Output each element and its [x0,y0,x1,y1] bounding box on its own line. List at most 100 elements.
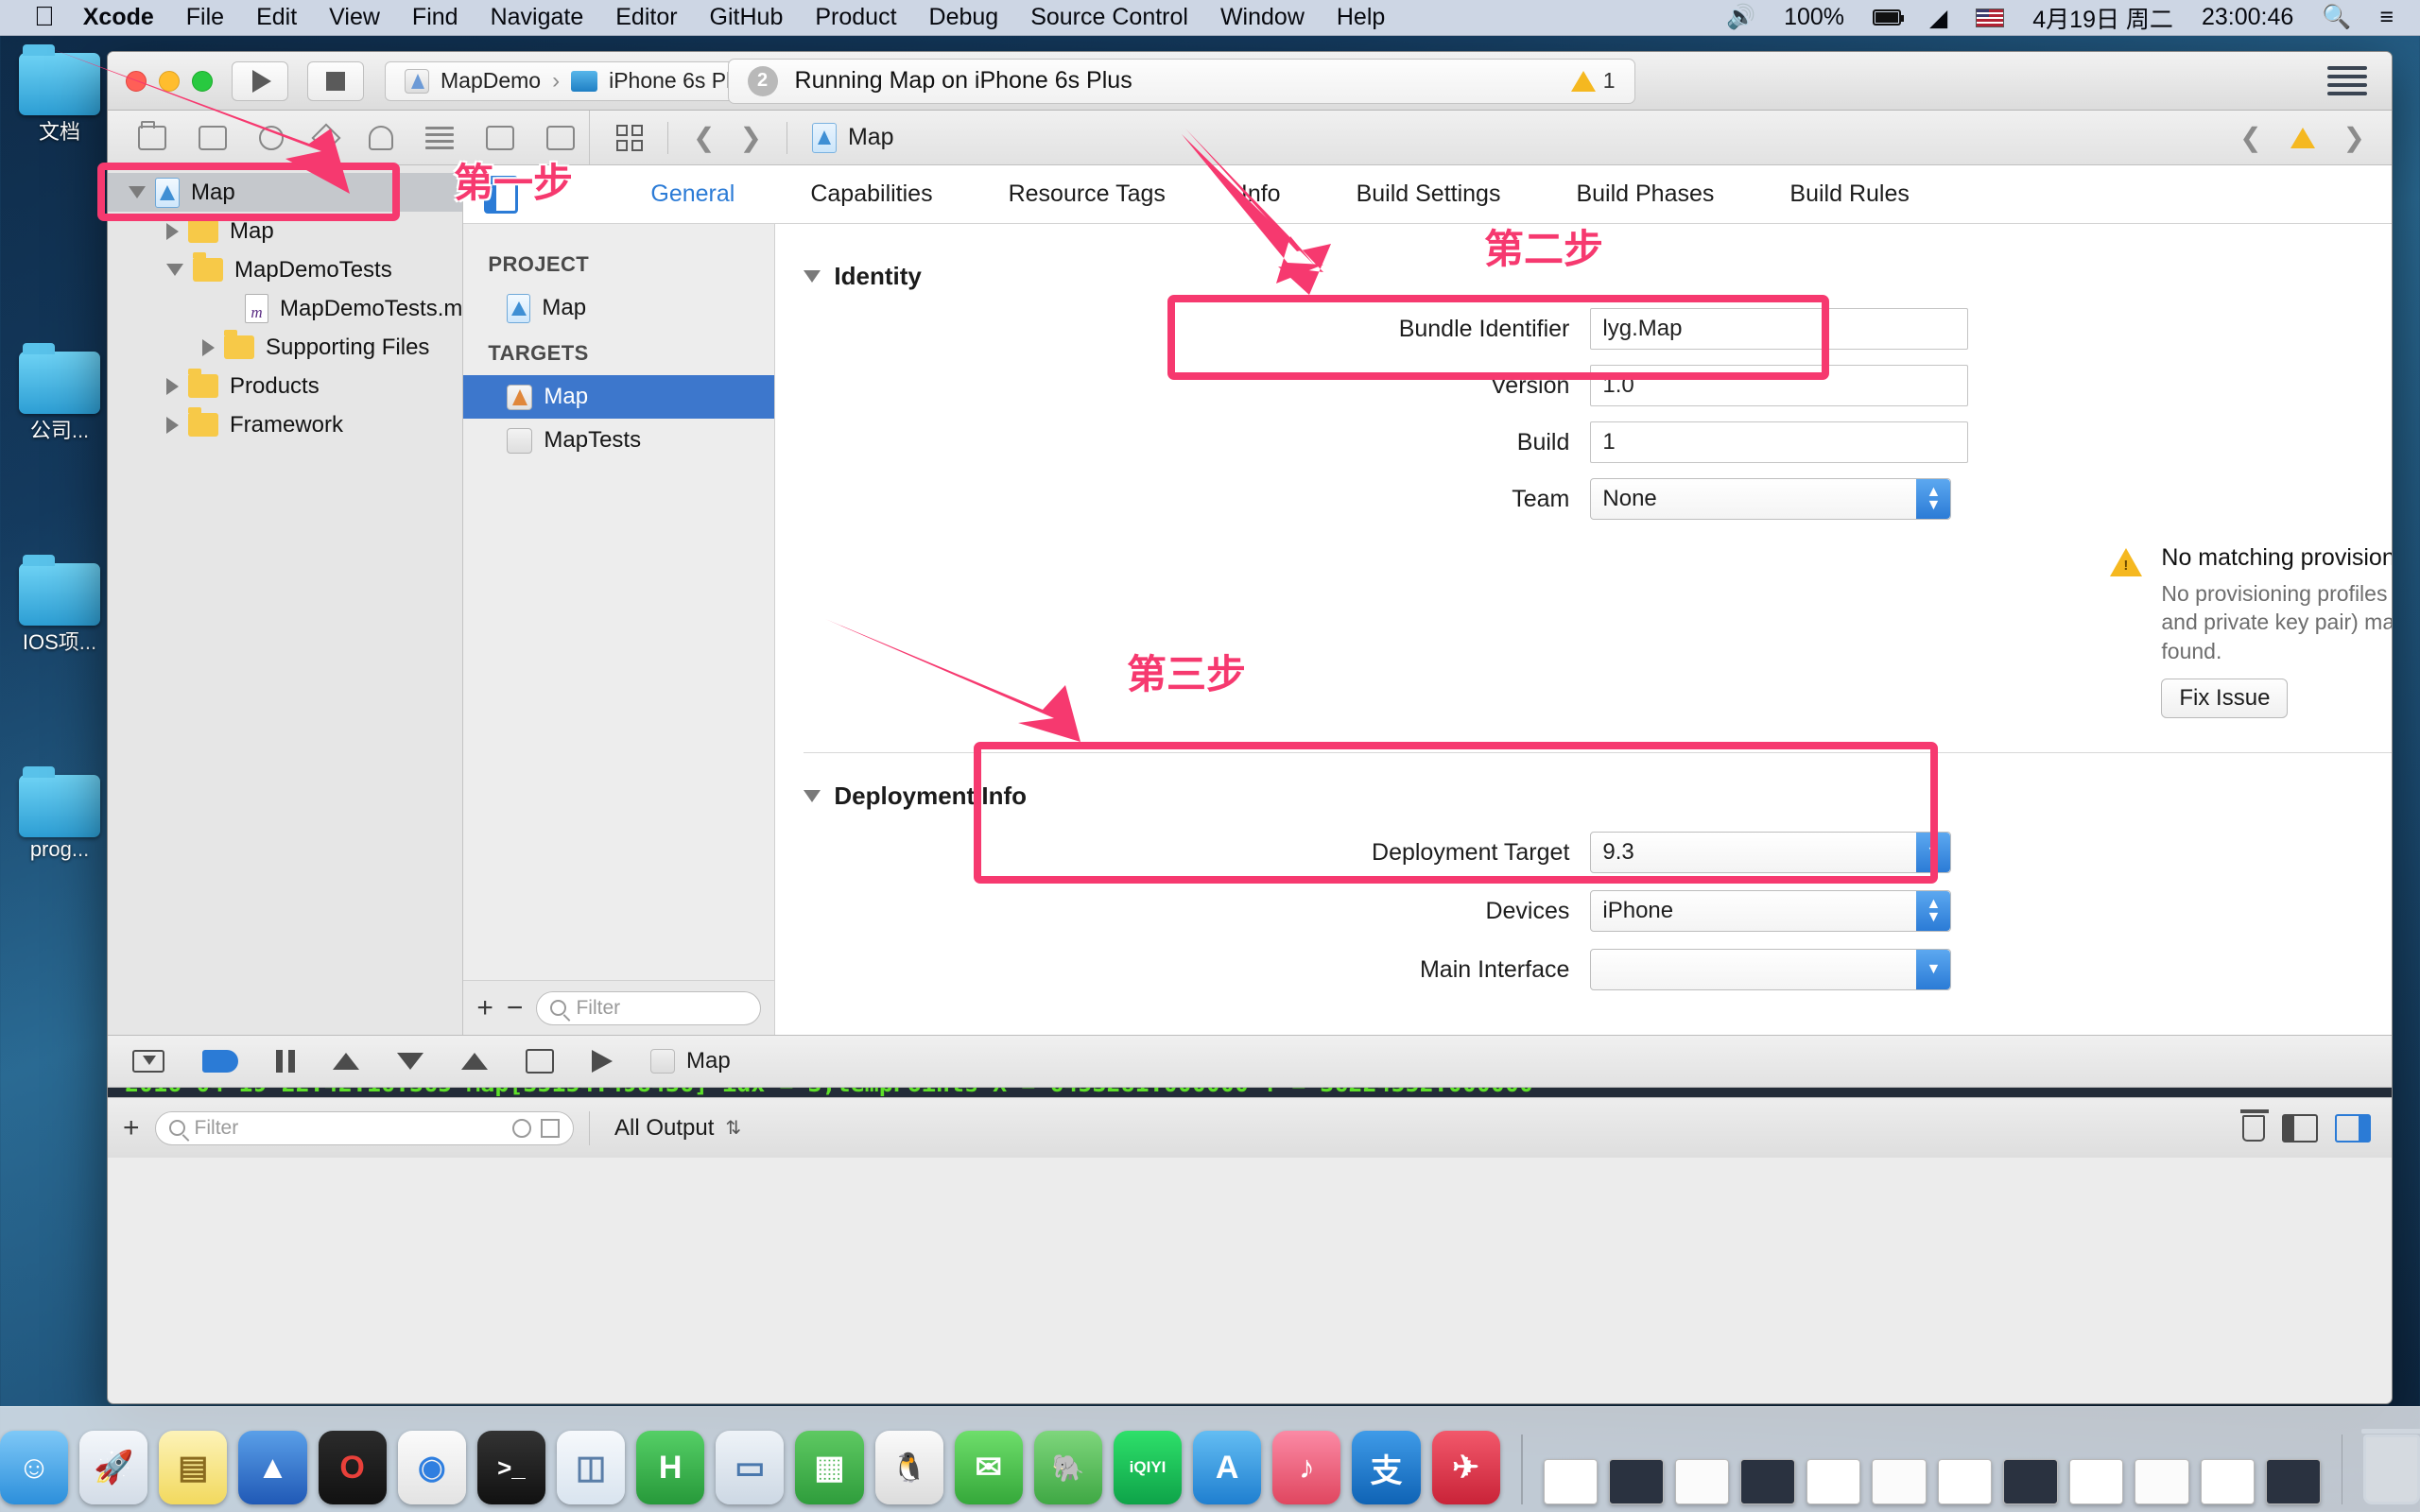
disclosure-triangle-icon[interactable] [804,790,821,803]
tree-item-mapdemotests-m[interactable]: m MapDemoTests.m [108,289,462,328]
dock-window-thumbnail[interactable] [1937,1459,1993,1504]
menu-item-navigate[interactable]: Navigate [491,4,584,31]
dock-item-alipay[interactable]: 支 [1352,1431,1421,1504]
dock-item-finder[interactable]: ☺ [0,1431,69,1504]
recent-files-filter-icon[interactable] [512,1118,531,1138]
dock-item-keynote[interactable]: ▭ [716,1431,785,1504]
tree-item-supporting-files[interactable]: Supporting Files [108,328,462,367]
add-file-button[interactable]: + [123,1112,140,1144]
project-item-map[interactable]: Map [463,286,774,330]
disclosure-triangle-icon[interactable] [166,264,183,276]
version-input[interactable]: 1.0 [1590,365,1969,406]
spotlight-search-icon[interactable]: 🔍 [2322,4,2351,31]
menu-item-editor[interactable]: Editor [615,4,677,31]
dock-trash[interactable] [2361,1429,2420,1504]
tab-build-rules[interactable]: Build Rules [1752,180,1946,208]
bundle-identifier-input[interactable]: lyg.Map [1590,308,1969,350]
tree-item-map-folder[interactable]: Map [108,212,462,250]
dock-window-thumbnail[interactable] [2266,1459,2321,1504]
dock-item-wechat[interactable]: ✉ [954,1431,1023,1504]
disclosure-triangle-icon[interactable] [166,416,179,434]
target-item-maptests[interactable]: MapTests [463,419,774,462]
tree-item-framework[interactable]: Framework [108,405,462,444]
pause-icon[interactable] [276,1050,295,1073]
dock-window-thumbnail[interactable] [2068,1459,2124,1504]
apple-logo-icon[interactable]:  [34,4,55,31]
navigator-filter-input[interactable]: Filter [154,1110,574,1145]
dock-window-thumbnail[interactable] [2135,1459,2189,1504]
dock-window-thumbnail[interactable] [1543,1459,1599,1504]
menu-item-github[interactable]: GitHub [710,4,784,31]
devices-select[interactable]: iPhone ▲ ▼ [1590,890,1952,933]
tree-item-mapdemotests-folder[interactable]: MapDemoTests [108,250,462,289]
add-target-button[interactable]: + [476,992,493,1024]
jump-forward-icon[interactable]: ❯ [2343,122,2365,153]
show-variables-view-button[interactable] [2282,1113,2318,1143]
menu-item-xcode[interactable]: Xcode [83,4,154,31]
assistant-editor-icon[interactable] [616,124,643,151]
dock-item-terminal[interactable]: >_ [476,1431,545,1504]
target-item-map[interactable]: Map [463,375,775,419]
menu-item-debug[interactable]: Debug [929,4,999,31]
dock-item-feishu[interactable]: ✈ [1431,1431,1500,1504]
debug-view-hierarchy-icon[interactable] [592,1050,613,1073]
dock-window-thumbnail[interactable] [1806,1459,1861,1504]
disclosure-triangle-icon[interactable] [202,338,215,356]
debug-breadcrumb[interactable]: Map [650,1048,731,1074]
dock-item-chrome[interactable]: ◉ [397,1431,466,1504]
desktop-folder[interactable]: 公司... [19,343,100,444]
dock-window-thumbnail[interactable] [2003,1459,2058,1504]
continue-execution-icon[interactable] [202,1050,238,1073]
toolbar-panel-toggle-icon[interactable] [2327,65,2367,96]
source-control-filter-icon[interactable] [541,1118,560,1138]
dock-item-opera[interactable]: O [318,1431,387,1504]
simulate-location-icon[interactable] [526,1049,554,1074]
menu-item-find[interactable]: Find [412,4,458,31]
activity-status-bar[interactable]: 2 Running Map on iPhone 6s Plus 1 [727,58,1635,104]
step-over-icon[interactable] [333,1053,359,1070]
menu-item-edit[interactable]: Edit [256,4,297,31]
dock-item-evernote[interactable]: 🐘 [1033,1431,1102,1504]
dock-window-thumbnail[interactable] [1740,1459,1795,1504]
dock-item-preview[interactable]: ◫ [556,1431,626,1504]
dock-window-thumbnail[interactable] [1609,1459,1664,1504]
warning-triangle-icon[interactable] [2290,127,2315,148]
debug-navigator-icon[interactable] [486,125,514,150]
deployment-info-section-header[interactable]: Deployment Info [775,782,2392,811]
dock-window-thumbnail[interactable] [1674,1459,1730,1504]
output-scope-selector[interactable]: All Output ⇅ [590,1115,2242,1142]
breakpoint-navigator-icon[interactable] [546,125,575,150]
dock-item-hbuilder[interactable]: H [636,1431,705,1504]
menu-item-file[interactable]: File [186,4,224,31]
dock-item-app-store[interactable]: A [1193,1431,1262,1504]
main-interface-select[interactable]: ▼ [1590,949,1952,991]
dock-item-itunes[interactable]: ♪ [1272,1431,1341,1504]
dock-item-xcode[interactable]: ▲ [238,1431,307,1504]
dock-item-notes[interactable]: ▤ [159,1431,228,1504]
build-input[interactable]: 1 [1590,421,1969,463]
toolbar-warning-indicator[interactable]: 1 [1570,68,1616,94]
volume-icon[interactable]: 🔊 [1726,4,1755,31]
chevron-left-icon[interactable]: ❮ [693,122,715,153]
dock-item-launchpad[interactable]: 🚀 [79,1431,148,1504]
desktop-folder[interactable]: prog... [19,766,100,862]
console-output[interactable]: 2016-04-19 22:42:16.365 Map[35154:498436… [108,1088,2392,1097]
tab-capabilities[interactable]: Capabilities [772,180,970,208]
disclosure-triangle-icon[interactable] [166,377,179,395]
hide-debug-area-icon[interactable] [132,1050,164,1073]
clear-console-button[interactable] [2240,1108,2269,1142]
remove-target-button[interactable]: − [507,992,524,1024]
step-out-icon[interactable] [461,1053,488,1070]
dock-item-numbers[interactable]: ▦ [795,1431,864,1504]
breadcrumb[interactable]: Map [811,122,894,153]
menu-item-product[interactable]: Product [815,4,896,31]
menu-item-source-control[interactable]: Source Control [1030,4,1188,31]
tab-general[interactable]: General [613,180,772,208]
tree-item-products[interactable]: Products [108,367,462,405]
dock-item-iqiyi[interactable]: iQIYI [1113,1431,1183,1504]
show-console-view-button[interactable] [2335,1113,2371,1143]
dock-window-thumbnail[interactable] [2200,1459,2256,1504]
jump-back-icon[interactable]: ❮ [2239,122,2261,153]
disclosure-triangle-icon[interactable] [804,270,821,283]
us-flag-icon[interactable] [1976,8,2005,27]
